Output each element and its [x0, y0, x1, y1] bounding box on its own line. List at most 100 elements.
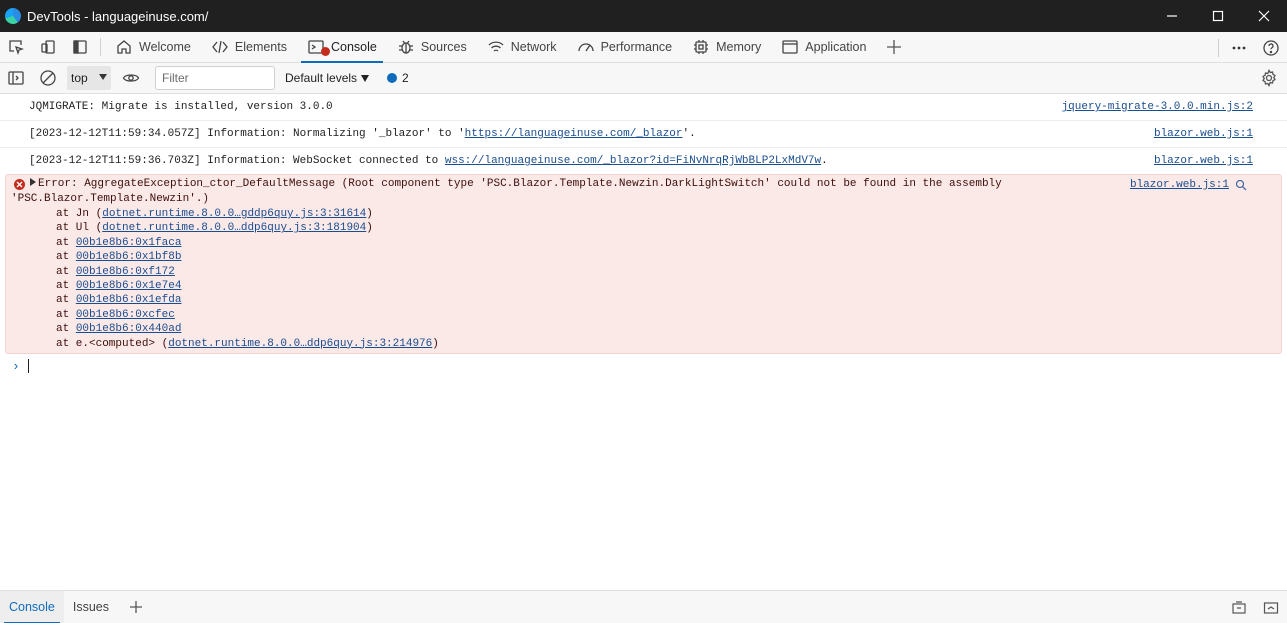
stack-frame-link[interactable]: 00b1e8b6:0x1bf8b	[76, 251, 182, 263]
stack-frame-text: )	[366, 208, 373, 220]
inspect-element-button[interactable]	[0, 32, 32, 63]
message-source-link[interactable]: blazor.web.js:1	[1154, 154, 1253, 169]
issues-counter[interactable]: 2	[387, 71, 409, 85]
chip-icon	[694, 40, 709, 54]
console-prompt[interactable]: ›	[0, 354, 1287, 378]
levels-label: Default levels	[285, 71, 358, 85]
tab-application[interactable]: Application	[771, 32, 876, 63]
device-emulation-button[interactable]	[32, 32, 64, 63]
tab-memory[interactable]: Memory	[682, 32, 771, 63]
drawer-collapse-button[interactable]	[1255, 592, 1287, 623]
message-source-link[interactable]: blazor.web.js:1	[1154, 127, 1253, 142]
stack-frame-link[interactable]: 00b1e8b6:0xcfec	[76, 309, 175, 321]
stack-frame: at Ul (dotnet.runtime.8.0.0…ddp6quy.js:3…	[30, 221, 1281, 235]
more-horizontal-icon	[1232, 46, 1246, 49]
stack-frame-text: at Jn (	[56, 208, 103, 220]
context-value: top	[71, 71, 88, 85]
stack-frame: at e.<computed> (dotnet.runtime.8.0.0…dd…	[30, 337, 1281, 351]
console-message: JQMIGRATE: Migrate is installed, version…	[0, 94, 1287, 121]
tab-label: Application	[805, 40, 867, 54]
sidebar-panel-icon	[73, 40, 87, 54]
sidebar-toggle-icon	[8, 71, 24, 85]
issue-message-icon	[387, 73, 398, 83]
error-badge-icon	[320, 46, 330, 56]
stack-frame: at 00b1e8b6:0x1efda	[30, 293, 1281, 307]
window-icon	[782, 40, 798, 54]
stack-frame-link[interactable]: 00b1e8b6:0xf172	[76, 266, 175, 278]
stack-frame-link[interactable]: dotnet.runtime.8.0.0…ddp6quy.js:3:214976	[168, 338, 432, 350]
more-tools-button[interactable]	[876, 32, 912, 63]
show-console-sidebar-button[interactable]	[0, 63, 32, 94]
tab-welcome[interactable]: Welcome	[105, 32, 201, 63]
error-header[interactable]: Error: AggregateException_ctor_DefaultMe…	[30, 177, 1281, 192]
tab-label: Console	[330, 40, 377, 54]
stack-frame: at 00b1e8b6:0x440ad	[30, 322, 1281, 336]
collapse-drawer-icon	[1263, 601, 1279, 614]
javascript-context-select[interactable]: top	[67, 66, 111, 90]
message-text: [2023-12-12T11:59:36.703Z] Information: …	[29, 155, 445, 167]
drawer-right	[1223, 591, 1287, 623]
live-expression-button[interactable]	[115, 63, 147, 94]
plus-icon	[887, 40, 902, 54]
stack-frame-link[interactable]: dotnet.runtime.8.0.0…ddp6quy.js:3:181904	[102, 222, 366, 234]
maximize-icon	[1212, 10, 1224, 22]
stack-frame-link[interactable]: 00b1e8b6:0x1faca	[76, 237, 182, 249]
tab-performance[interactable]: Performance	[567, 32, 683, 63]
dock-side-button[interactable]	[64, 32, 96, 63]
console-settings-button[interactable]	[1257, 66, 1281, 90]
home-icon	[117, 40, 131, 54]
tab-console[interactable]: Console	[297, 32, 387, 63]
close-button[interactable]	[1241, 0, 1287, 32]
inspect-icon	[9, 40, 24, 55]
stack-frame-link[interactable]: 00b1e8b6:0x440ad	[76, 323, 182, 335]
drawer-tab-issues[interactable]: Issues	[64, 591, 118, 623]
customize-menu-button[interactable]	[1223, 32, 1255, 63]
message-url-link[interactable]: wss://languageinuse.com/_blazor?id=FiNvN…	[445, 155, 821, 167]
console-toolbar: top Default levels 2	[0, 63, 1287, 94]
stack-frame-text: )	[432, 337, 439, 350]
maximize-button[interactable]	[1195, 0, 1241, 32]
tab-sources[interactable]: Sources	[387, 32, 477, 63]
title-bar: DevTools - languageinuse.com/	[0, 0, 1287, 32]
tab-elements[interactable]: Elements	[201, 32, 297, 63]
message-source-link[interactable]: jquery-migrate-3.0.0.min.js:2	[1062, 100, 1253, 115]
stack-frame-text: at	[56, 308, 76, 321]
text-cursor	[27, 359, 29, 374]
stack-frame-text: at	[56, 236, 76, 249]
message-url-link[interactable]: https://languageinuse.com/_blazor	[465, 128, 683, 140]
filter-input[interactable]	[155, 66, 275, 90]
log-levels-dropdown[interactable]: Default levels	[285, 71, 370, 85]
window-title: DevTools - languageinuse.com/	[27, 8, 209, 24]
console-message: [2023-12-12T11:59:34.057Z] Information: …	[0, 121, 1287, 148]
drawer-dock-button[interactable]	[1223, 592, 1255, 623]
stack-frame-text: at	[56, 265, 76, 278]
stack-frame: at 00b1e8b6:0x1bf8b	[30, 250, 1281, 264]
issues-count-value: 2	[402, 71, 409, 85]
chevron-down-icon	[361, 74, 370, 82]
expand-triangle-icon[interactable]	[30, 178, 36, 186]
stack-frame-link[interactable]: 00b1e8b6:0x1e7e4	[76, 280, 182, 292]
help-button[interactable]	[1255, 32, 1287, 63]
clear-icon	[40, 70, 56, 86]
drawer-tab-console[interactable]: Console	[0, 590, 64, 623]
tab-network[interactable]: Network	[477, 32, 567, 63]
stack-frame-text: )	[366, 222, 373, 235]
stack-frame-text: at	[56, 323, 76, 336]
minimize-button[interactable]	[1149, 0, 1195, 32]
search-icon[interactable]	[1235, 179, 1247, 197]
error-source-link[interactable]: blazor.web.js:1	[1130, 178, 1229, 193]
wifi-icon	[488, 41, 504, 52]
error-text-continued: 'PSC.Blazor.Template.Newzin'.)	[11, 193, 210, 205]
device-icon	[41, 40, 55, 54]
clear-console-button[interactable]	[32, 63, 64, 94]
minimize-icon	[1167, 15, 1177, 17]
stack-frame-text: at Ul (	[56, 222, 103, 235]
stack-frame: at 00b1e8b6:0xcfec	[30, 308, 1281, 322]
dock-icon	[1232, 600, 1246, 614]
drawer-add-tool-button[interactable]	[118, 592, 154, 623]
stack-frame-link[interactable]: dotnet.runtime.8.0.0…gddp6quy.js:3:31614	[102, 208, 366, 220]
stack-frame-link[interactable]: 00b1e8b6:0x1efda	[76, 294, 182, 306]
error-stack-trace: at Jn (dotnet.runtime.8.0.0…gddp6quy.js:…	[30, 207, 1281, 351]
console-messages: JQMIGRATE: Migrate is installed, version…	[0, 94, 1287, 590]
stack-frame: at 00b1e8b6:0x1e7e4	[30, 279, 1281, 293]
